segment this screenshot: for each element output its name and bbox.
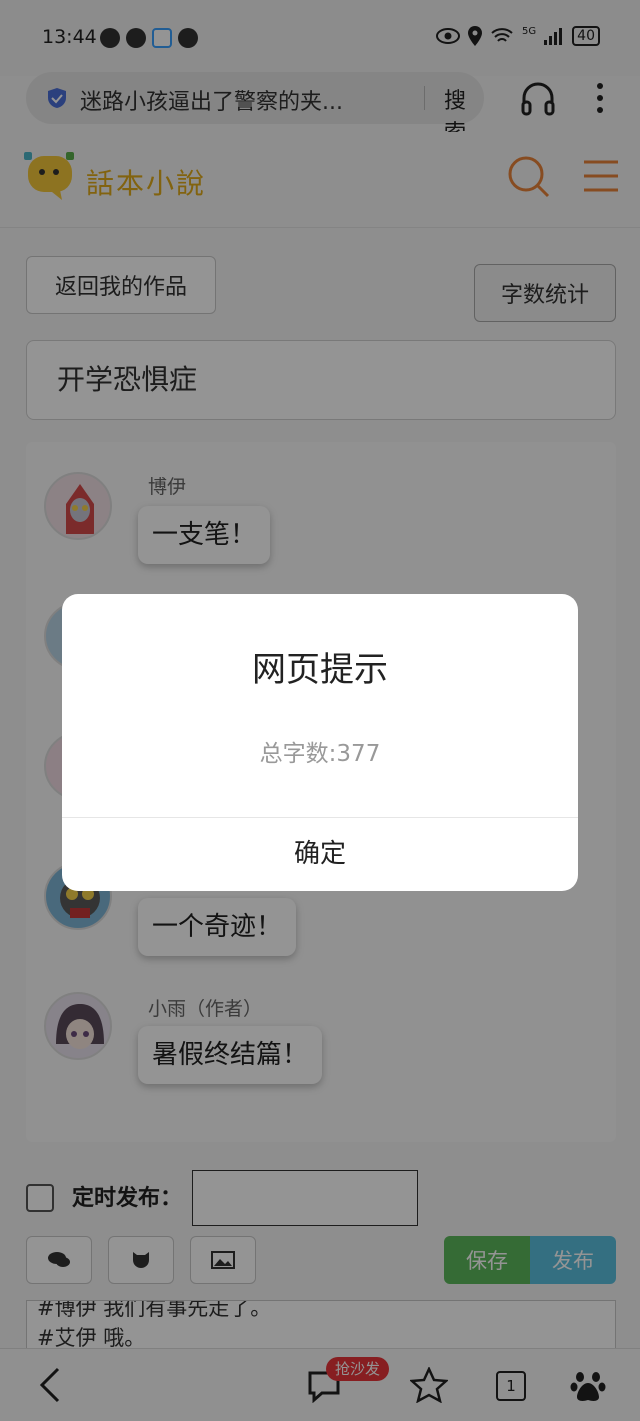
alert-dialog: 网页提示 总字数:377 确定 [62,594,578,891]
dialog-message: 总字数:377 [259,741,381,767]
dialog-ok-button[interactable]: 确定 [62,818,578,891]
dialog-title: 网页提示 [252,650,388,690]
